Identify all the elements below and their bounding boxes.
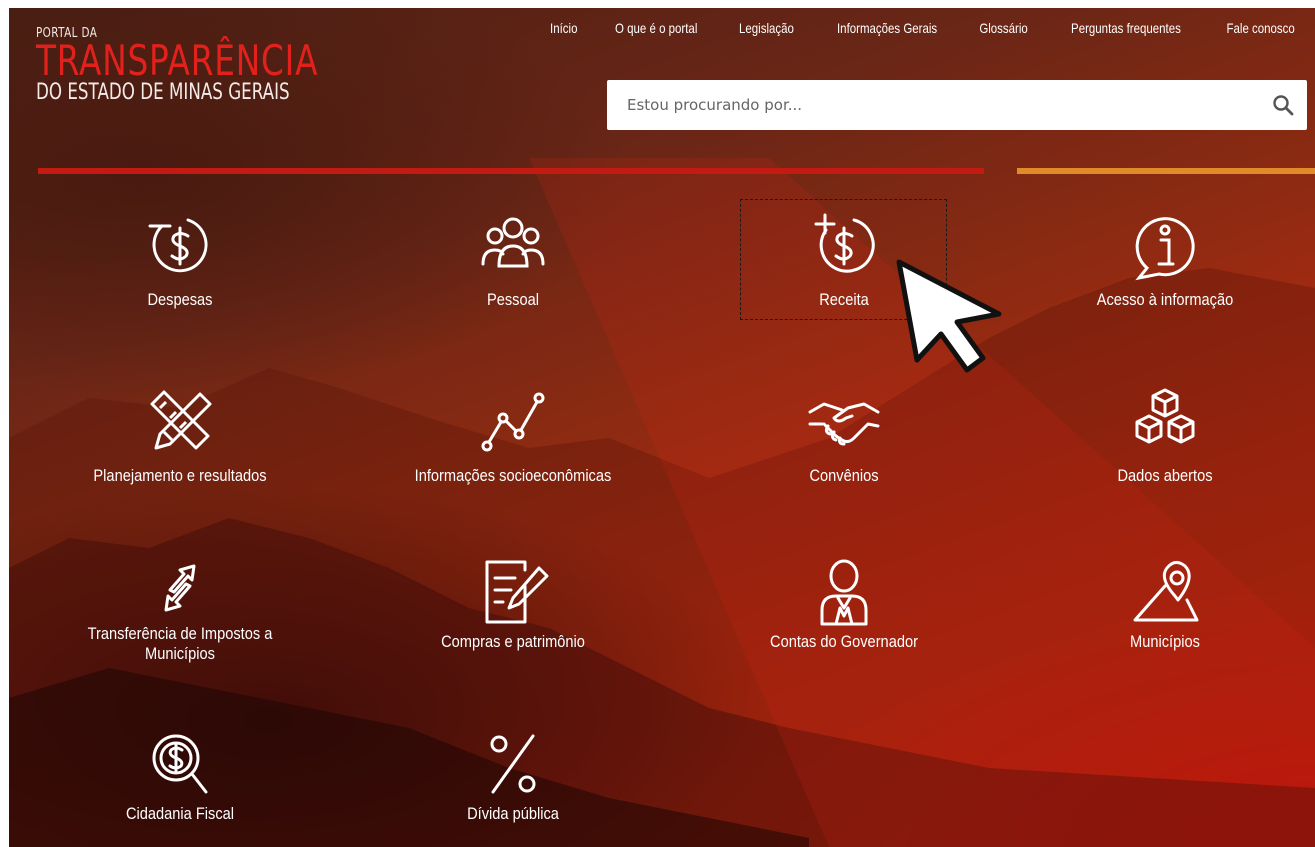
cubes-icon — [1135, 388, 1195, 444]
portal-page: PORTAL DA TRANSPARÊNCIA DO ESTADO DE MIN… — [9, 8, 1315, 847]
tile-contas-governador[interactable]: Contas do Governador — [694, 556, 994, 652]
pencil-ruler-icon — [150, 390, 212, 450]
handshake-icon — [808, 402, 880, 446]
logo-subtitle: DO ESTADO DE MINAS GERAIS — [36, 80, 290, 105]
divider-orange-bar — [1017, 168, 1315, 174]
tile-acesso-informacao[interactable]: Acesso à informação — [1015, 206, 1315, 310]
transfer-arrows-icon — [164, 564, 196, 612]
mouse-cursor-icon — [896, 259, 1002, 373]
portal-logo[interactable]: PORTAL DA TRANSPARÊNCIA DO ESTADO DE MIN… — [36, 26, 398, 105]
tile-divida-publica[interactable]: Dívida pública — [363, 728, 663, 824]
tile-label: Pessoal — [486, 290, 540, 309]
percent-icon — [490, 734, 536, 794]
tile-label: Acesso à informação — [1096, 290, 1234, 309]
nav-inicio[interactable]: Início — [539, 20, 588, 36]
tile-planejamento[interactable]: Planejamento e resultados — [30, 382, 330, 486]
nav-fale-conosco[interactable]: Fale conosco — [1216, 20, 1306, 36]
info-speech-icon — [1135, 217, 1195, 281]
tile-socioeconomicas[interactable]: Informações socioeconômicas — [363, 382, 663, 486]
search-bar — [607, 80, 1307, 130]
nav-glossario[interactable]: Glossário — [968, 20, 1038, 36]
tile-despesas[interactable]: Despesas — [30, 206, 330, 310]
tile-label: Cidadania Fiscal — [125, 804, 235, 823]
nav-o-que-e-o-portal[interactable]: O que é o portal — [605, 20, 709, 36]
tile-label: Contas do Governador — [770, 632, 918, 651]
search-input[interactable] — [625, 95, 1229, 115]
tile-label: Dívida pública — [467, 804, 559, 823]
nav-informacoes-gerais[interactable]: Informações Gerais — [826, 20, 948, 36]
tile-convenios[interactable]: Convênios — [694, 382, 994, 486]
tile-pessoal[interactable]: Pessoal — [363, 206, 663, 310]
money-magnifier-icon — [152, 734, 208, 794]
tile-label: Informações socioeconômicas — [414, 466, 612, 485]
tile-municipios[interactable]: Municípios — [1015, 556, 1315, 652]
tile-label: Planejamento e resultados — [93, 466, 267, 485]
governor-icon — [820, 559, 868, 626]
tile-label: Convênios — [809, 466, 879, 485]
tile-label: Municípios — [1130, 632, 1200, 651]
nav-legislacao[interactable]: Legislação — [728, 20, 804, 36]
divider-red-bar — [38, 168, 984, 174]
people-icon — [481, 217, 545, 268]
tile-label: Transferência de Impostos a Municípios — [87, 624, 273, 663]
tile-label: Dados abertos — [1117, 466, 1213, 485]
tile-label: Compras e patrimônio — [441, 632, 585, 651]
line-chart-icon — [481, 392, 545, 452]
nav-perguntas-frequentes[interactable]: Perguntas frequentes — [1060, 20, 1191, 36]
money-minus-icon — [148, 218, 208, 273]
map-pin-icon — [1133, 561, 1199, 622]
tile-cidadania-fiscal[interactable]: Cidadania Fiscal — [30, 728, 330, 824]
tile-label: Despesas — [147, 290, 213, 309]
document-edit-icon — [485, 560, 549, 624]
top-navigation: Início O que é o portal Legislação Infor… — [534, 20, 1315, 36]
search-icon[interactable] — [1271, 93, 1295, 117]
tile-compras-patrimonio[interactable]: Compras e patrimônio — [363, 556, 663, 652]
tile-dados-abertos[interactable]: Dados abertos — [1015, 382, 1315, 486]
tile-transferencia-impostos[interactable]: Transferência de Impostos a Municípios — [30, 556, 330, 664]
logo-title: TRANSPARÊNCIA — [36, 36, 319, 85]
